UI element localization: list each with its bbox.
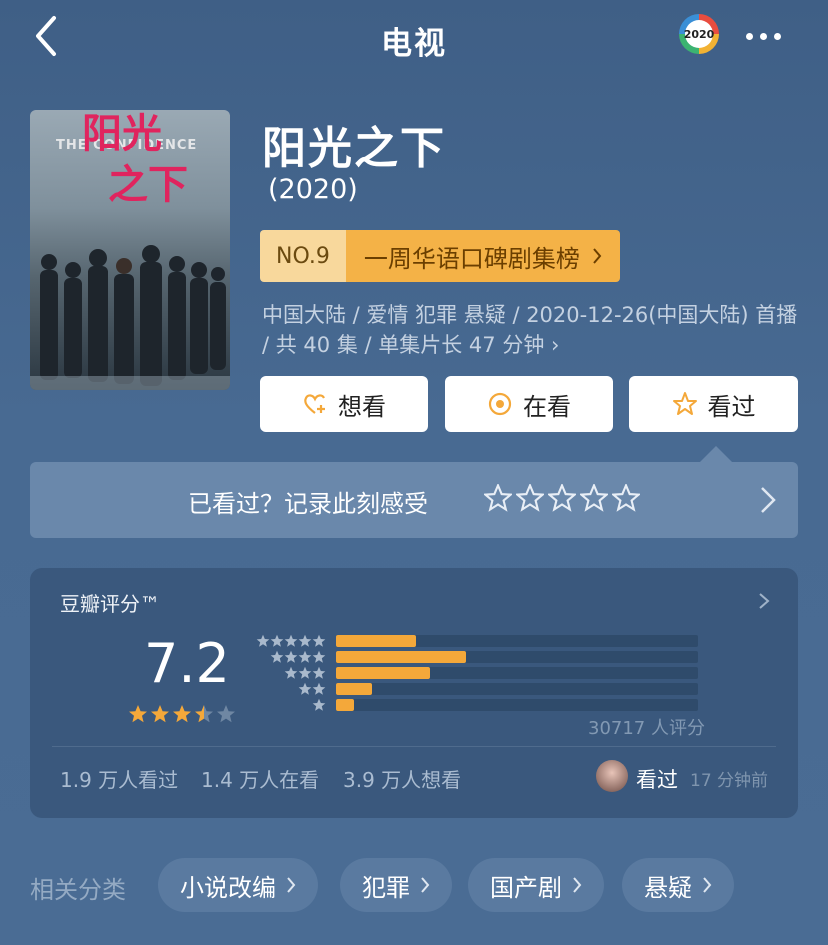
category-tag[interactable]: 国产剧	[468, 858, 604, 912]
row-stars	[254, 666, 326, 680]
poster-title-line1: 阳光	[82, 110, 162, 157]
chevron-right-icon[interactable]	[758, 592, 770, 610]
row-stars	[254, 682, 326, 696]
rating-bar-row	[254, 698, 698, 712]
star-icon	[312, 650, 326, 663]
friend-status: 看过	[636, 768, 678, 792]
poster-image[interactable]: THE CONFIDENCE 阳光 之下	[30, 110, 230, 390]
rating-bar-row	[254, 650, 698, 664]
star-icon	[298, 682, 312, 695]
heart-plus-icon	[304, 394, 325, 414]
star-icon	[284, 666, 298, 679]
chevron-right-icon	[573, 877, 582, 893]
rating-bar-row	[254, 634, 698, 648]
rating-bar-fill	[336, 635, 416, 647]
stat-watched[interactable]: 1.9 万人看过	[60, 764, 178, 793]
show-title: 阳光之下	[262, 123, 446, 174]
star-icon	[298, 634, 312, 647]
star-icon	[312, 698, 326, 711]
record-feeling-panel[interactable]: 已看过？记录此刻感受	[30, 462, 798, 538]
rating-label: 豆瓣评分™	[60, 592, 160, 616]
rate-star-icon[interactable]	[548, 484, 576, 512]
row-stars	[254, 634, 326, 648]
rating-stars-display	[128, 704, 236, 724]
stat-watching[interactable]: 1.4 万人在看	[201, 764, 319, 793]
chevron-right-icon[interactable]	[758, 484, 778, 516]
star-icon	[312, 682, 326, 695]
rate-star-icon[interactable]	[580, 484, 608, 512]
star-icon	[129, 705, 147, 723]
chevron-right-icon	[421, 877, 430, 893]
category-tag[interactable]: 小说改编	[158, 858, 318, 912]
friend-time: 17 分钟前	[690, 771, 769, 791]
rate-star-icon[interactable]	[484, 484, 512, 512]
rating-bar-fill	[336, 667, 431, 679]
poster-cast-figures	[30, 245, 230, 390]
watching-button[interactable]: 在看	[445, 376, 613, 432]
want-label: 想看	[338, 392, 386, 421]
friend-avatar[interactable]	[596, 760, 628, 792]
star-icon	[173, 705, 191, 723]
show-year: (2020)	[268, 174, 358, 205]
rank-list-label: 一周华语口碑剧集榜	[363, 244, 580, 273]
top-bar: 电视 2020	[0, 0, 828, 76]
rating-bar-track	[336, 699, 698, 711]
show-meta-info[interactable]: 中国大陆 / 爱情 犯罪 悬疑 / 2020-12-26(中国大陆) 首播 / …	[262, 300, 808, 360]
rating-bar-track	[336, 651, 698, 663]
star-icon	[217, 705, 235, 723]
star-icon	[312, 666, 326, 679]
star-icon	[256, 634, 270, 647]
stat-want[interactable]: 3.9 万人想看	[343, 764, 461, 793]
year-badge-icon[interactable]: 2020	[679, 14, 719, 54]
star-icon	[195, 705, 213, 723]
star-icon	[284, 650, 298, 663]
watching-label: 在看	[523, 392, 571, 421]
rating-bar-track	[336, 635, 698, 647]
row-stars	[254, 698, 326, 712]
row-stars	[254, 650, 326, 664]
star-icon	[284, 634, 298, 647]
watched-label: 看过	[707, 392, 756, 421]
more-menu-icon[interactable]	[746, 22, 790, 50]
chevron-right-icon	[703, 877, 712, 893]
star-icon	[270, 634, 284, 647]
rating-score: 7.2	[144, 632, 230, 695]
rank-number: NO.9	[260, 230, 346, 282]
rate-star-icon[interactable]	[612, 484, 640, 512]
star-icon	[270, 650, 284, 663]
rating-stars-input[interactable]	[484, 484, 640, 512]
related-categories-label: 相关分类	[30, 876, 126, 904]
chevron-right-icon: ›	[551, 333, 560, 357]
rating-bar-row	[254, 666, 698, 680]
star-icon	[298, 666, 312, 679]
category-tag[interactable]: 犯罪	[340, 858, 452, 912]
rate-star-icon[interactable]	[516, 484, 544, 512]
rating-bar-fill	[336, 683, 373, 695]
chevron-right-icon	[593, 248, 602, 264]
rating-bar-track	[336, 667, 698, 679]
votes-count[interactable]: 30717 人评分	[588, 714, 705, 740]
chevron-right-icon	[287, 877, 296, 893]
star-outline-icon	[672, 392, 697, 415]
circle-dot-icon	[488, 392, 512, 416]
record-feeling-prompt: 已看过？记录此刻感受	[188, 490, 428, 518]
star-icon	[298, 650, 312, 663]
rating-bar-row	[254, 682, 698, 696]
divider	[52, 746, 776, 747]
watched-panel-pointer	[700, 446, 732, 462]
want-to-watch-button[interactable]: 想看	[260, 376, 428, 432]
rank-list-link[interactable]: 一周华语口碑剧集榜	[345, 230, 620, 282]
star-icon	[312, 634, 326, 647]
watched-button[interactable]: 看过	[629, 376, 798, 432]
rating-bar-fill	[336, 699, 355, 711]
ranking-badge[interactable]: NO.9 一周华语口碑剧集榜	[260, 230, 620, 282]
rating-bar-track	[336, 683, 698, 695]
category-tag[interactable]: 悬疑	[622, 858, 734, 912]
rating-bar-fill	[336, 651, 467, 663]
star-icon	[151, 705, 169, 723]
douban-rating-card[interactable]: 豆瓣评分™ 7.2 30717 人评分 1.9 万人看过 1.4 万人在看 3.…	[30, 568, 798, 818]
